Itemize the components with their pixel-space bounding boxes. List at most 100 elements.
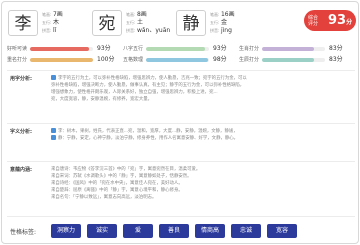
char-card-1: 李 笔画: 7画 五行: 木 拼音: lǐ	[4, 6, 90, 37]
char-box: 宛	[92, 10, 122, 36]
body-line: 李字的五行为土，可以弥补性格缺陷，增强思辨力，使人勤恳，吉兆一致；宛字的五行为金…	[51, 75, 353, 82]
char-box: 李	[8, 10, 38, 36]
char-box: 静	[176, 10, 206, 36]
tag-button[interactable]: 诚实	[87, 224, 117, 238]
body-line: 来自楚辞：屈原《离骚》中的「静」字，寓意心境平和，静心修身。	[51, 188, 183, 193]
metric-fill	[262, 47, 315, 51]
divider	[7, 161, 355, 162]
fivexing-value: 木	[52, 19, 59, 26]
tag-button[interactable]: 善良	[159, 224, 189, 238]
tag-button[interactable]: 忠诚	[231, 224, 261, 238]
metric-track	[262, 58, 325, 62]
body-line: 增强想象力，使性格开朗乐观，人际关系好，独立自强，增强思辨力，积极上进，宛...	[51, 90, 218, 95]
body-line: 李：树木，果树，姓氏，代表正直...宛，温和，宽厚，大度...静，安静，温婉，文…	[51, 128, 353, 135]
metric-fill	[30, 47, 89, 51]
divider	[7, 216, 355, 217]
metric-value: 93分	[97, 45, 111, 52]
section-body: 李：树木，果树，姓氏，代表正直...宛，温和，宽厚，大度...静，安静，温婉，文…	[51, 128, 353, 142]
body-line: 来自唐诗：韦应物《答李浣三首》中的「宛」字，寓意宛然在目，温柔可爱。	[51, 167, 201, 172]
tag-button[interactable]: 爱	[123, 224, 153, 238]
metric-bar: 五格数理 98分	[123, 55, 235, 65]
tag-button[interactable]: 洞察力	[51, 224, 81, 238]
body-line: 静：宁静，安定，心神宁静，淡泊宁静，修身养性，用作人名寓意安静、好学，文静，静心…	[51, 135, 353, 142]
strokes-value: 8画	[136, 11, 147, 18]
body-line: 来自名句：「宁静以致远」，寓意志向高远，淡泊明志。	[51, 195, 157, 200]
metric-fill	[30, 58, 93, 62]
metric-track	[146, 58, 209, 62]
metric-label: 八字五行	[123, 46, 144, 52]
fivexing-value: 金	[220, 19, 227, 26]
section-connotation: 意蕴内涵: 来自唐诗：韦应物《答李浣三首》中的「宛」字，寓意宛然在目，温柔可爱。…	[7, 166, 355, 211]
char-glyph: 宛	[98, 14, 116, 34]
pinyin-label: 拼音:	[126, 28, 136, 33]
metric-value: 83分	[329, 56, 343, 63]
bullet-icon	[51, 75, 56, 80]
section-body: 李字的五行为土，可以弥补性格缺陷，增强思辨力，使人勤恳，吉兆一致；宛字的五行为金…	[51, 75, 353, 103]
pinyin-label: 拼音:	[210, 28, 220, 33]
metric-bar: 八字五行 93分	[123, 44, 235, 54]
fivexing-label: 五行:	[126, 20, 136, 25]
metric-label: 生肖打分	[239, 46, 260, 52]
metrics-panel: 好听可读 93分 八字五行 93分 生肖打分 83分 重名打分 100分 五格数理 98分 生辰打分…	[7, 44, 355, 66]
metric-bar: 好听可读 93分	[7, 44, 119, 54]
char-glyph: 李	[14, 14, 32, 34]
char-card-2: 宛 笔画: 8画 五行: 土 拼音: wǎn、yuān	[88, 6, 174, 37]
bullet-icon	[51, 135, 56, 140]
section-meaning-analysis: 字义分析: 李：树木，果树，姓氏，代表正直...宛，温和，宽厚，大度...静，安…	[7, 128, 355, 150]
pinyin-label: 拼音:	[42, 28, 52, 33]
metric-track	[146, 47, 209, 51]
fivexing-label: 五行:	[42, 20, 52, 25]
section-body: 来自唐诗：韦应物《答李浣三首》中的「宛」字，寓意宛然在目，温柔可爱。 来自宋词：…	[51, 166, 353, 201]
score-label: 综合评分	[308, 15, 319, 27]
pinyin-value: wǎn、yuān	[136, 27, 171, 34]
metric-bar: 生肖打分 83分	[239, 44, 351, 54]
section-title: 字义分析:	[10, 129, 32, 135]
strokes-value: 7画	[52, 11, 63, 18]
fivexing-label: 五行:	[210, 20, 220, 25]
strokes-label: 笔画:	[210, 12, 220, 17]
body-line: 弥补性格缺陷，增强决断力，使人勤恳，做事认真，有主见；静字的五行为金，可以弥补性…	[51, 83, 245, 88]
metric-bar: 生辰打分 83分	[239, 55, 351, 65]
result-card: 李 笔画: 7画 五行: 木 拼音: lǐ 宛 笔画: 8画 五行: 土 拼音:…	[1, 1, 359, 244]
metric-label: 重名打分	[7, 57, 28, 63]
strokes-label: 笔画:	[126, 12, 136, 17]
body-line: 来自诗经：《国风》中的「宛在水中央」，寓意佳人宛在，美好动人。	[51, 181, 183, 186]
score-number: 93	[328, 13, 347, 28]
divider	[7, 123, 355, 124]
metric-track	[30, 58, 93, 62]
strokes-label: 笔画:	[42, 12, 52, 17]
tag-button[interactable]: 情商高	[195, 224, 225, 238]
metric-value: 93分	[213, 45, 227, 52]
pinyin-value: jìng	[220, 27, 232, 34]
metric-label: 生辰打分	[239, 57, 260, 63]
metric-label: 五格数理	[123, 57, 144, 63]
metric-bar: 重名打分 100分	[7, 55, 119, 65]
metric-fill	[146, 58, 208, 62]
char-card-3: 静 笔画: 16画 五行: 金 拼音: jìng	[172, 6, 258, 37]
metric-value: 83分	[329, 45, 343, 52]
metric-label: 好听可读	[7, 46, 28, 52]
divider	[7, 70, 355, 71]
tags-label: 性格标签:	[10, 229, 37, 236]
metric-value: 100分	[97, 56, 115, 63]
body-line: 宛，大度宽容，静，安静温婉，有修养，宽宏大量。	[51, 97, 152, 102]
strokes-value: 16画	[220, 11, 235, 18]
metric-value: 98分	[213, 56, 227, 63]
tag-button[interactable]: 宽容	[267, 224, 297, 238]
bullet-icon	[51, 128, 56, 133]
section-title: 用字分析:	[10, 76, 32, 82]
fivexing-value: 土	[136, 19, 143, 26]
section-char-analysis: 用字分析: 李字的五行为土，可以弥补性格缺陷，增强思辨力，使人勤恳，吉兆一致；宛…	[7, 75, 355, 115]
personality-tags: 性格标签: 洞察力 诚实 爱 善良 情商高 忠诚 宽容	[7, 223, 355, 240]
metric-track	[262, 47, 325, 51]
body-line: 来自宋词：苏轼《水调歌头》中的「静」字，寓意静如处子，恬静安然。	[51, 174, 192, 179]
metric-fill	[262, 58, 315, 62]
metric-track	[30, 47, 93, 51]
section-title: 意蕴内涵:	[10, 167, 32, 173]
pinyin-value: lǐ	[52, 27, 57, 34]
overall-score-badge: 综合评分 93分	[304, 10, 356, 31]
metric-fill	[146, 47, 205, 51]
score-value: 93分	[328, 11, 352, 32]
score-unit: 分	[346, 19, 353, 26]
char-glyph: 静	[182, 14, 200, 34]
